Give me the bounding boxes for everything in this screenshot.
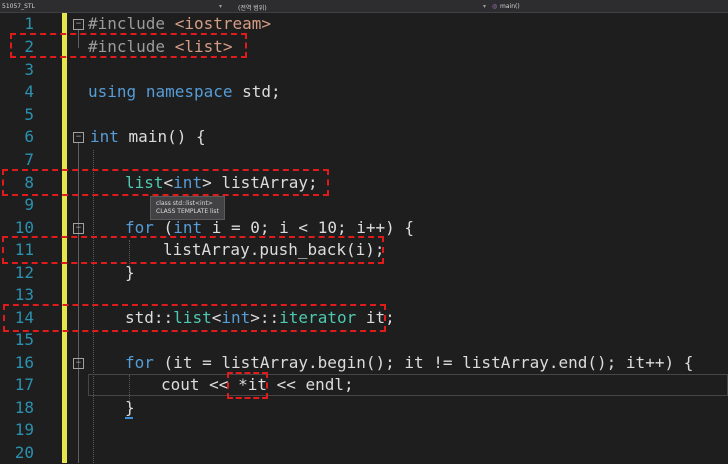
collapse-icon[interactable]: − [73,223,84,234]
function-dropdown[interactable]: main() [500,3,520,10]
line-number: 18 [14,398,34,417]
code-text: (it = listArray.begin(); it != listArray… [163,353,694,372]
line-number: 17 [14,375,34,394]
function-icon: ◎ [492,3,498,10]
keyword: namespace [145,82,233,101]
code-text: std; [242,82,281,101]
line-number: 19 [14,420,34,439]
line-number: 3 [24,60,34,79]
scope-dropdown[interactable]: (전역 범위) [238,3,267,12]
line-number: 5 [24,105,34,124]
text-caret [125,417,133,419]
annotation-box-line-2 [10,33,247,58]
line-number: 4 [24,82,34,101]
code-line-18[interactable]: } [125,397,135,419]
annotation-box-line-14 [3,304,386,332]
collapse-icon[interactable]: − [73,132,84,143]
code-text: i = 0; i < 10; i++) { [211,218,415,237]
annotation-box-iterator-deref [227,372,268,399]
code-line-1[interactable]: #include <iostream> [88,13,271,35]
code-text: } [125,263,135,282]
keyword: using [88,82,137,101]
line-number: 16 [14,353,34,372]
line-number: 7 [24,150,34,169]
code-line-4[interactable]: using namespace std; [88,81,281,103]
chevron-down-icon[interactable]: ▾ [483,3,486,10]
code-text: } [125,398,135,417]
quickinfo-tooltip: class std::list<int> CLASS TEMPLATE list [150,196,225,220]
keyword: for [125,353,154,372]
line-number: 13 [14,285,34,304]
navigation-bar: 51057_STL ▾ (전역 범위) ▾ ◎ main() [0,0,728,13]
line-number: 20 [14,443,34,462]
preprocessor-directive: #include [88,14,166,33]
keyword: int [90,127,119,146]
keyword: for [125,218,154,237]
annotation-box-line-11 [2,236,384,264]
line-number: 15 [14,330,34,349]
code-text: ( [163,218,174,237]
line-number: 9 [24,195,34,214]
keyword: int [173,218,203,237]
code-line-6[interactable]: int main() { [90,126,206,148]
line-number: 12 [14,263,34,282]
code-line-16[interactable]: for (it = listArray.begin(); it != listA… [125,352,693,374]
annotation-box-line-8 [2,169,329,196]
line-number: 6 [24,127,34,146]
collapse-icon[interactable]: − [73,358,84,369]
include-target: <iostream> [174,14,272,33]
line-number: 1 [24,14,34,33]
tooltip-description: CLASS TEMPLATE list [156,208,219,215]
tooltip-signature: class std::list<int> [156,200,213,207]
project-dropdown[interactable]: 51057_STL [2,3,35,10]
code-text: << endl; [266,375,354,394]
code-line-12[interactable]: } [125,262,135,284]
code-text: main() { [128,127,206,146]
collapse-icon[interactable]: − [73,19,84,30]
chevron-down-icon[interactable]: ▾ [219,3,222,10]
